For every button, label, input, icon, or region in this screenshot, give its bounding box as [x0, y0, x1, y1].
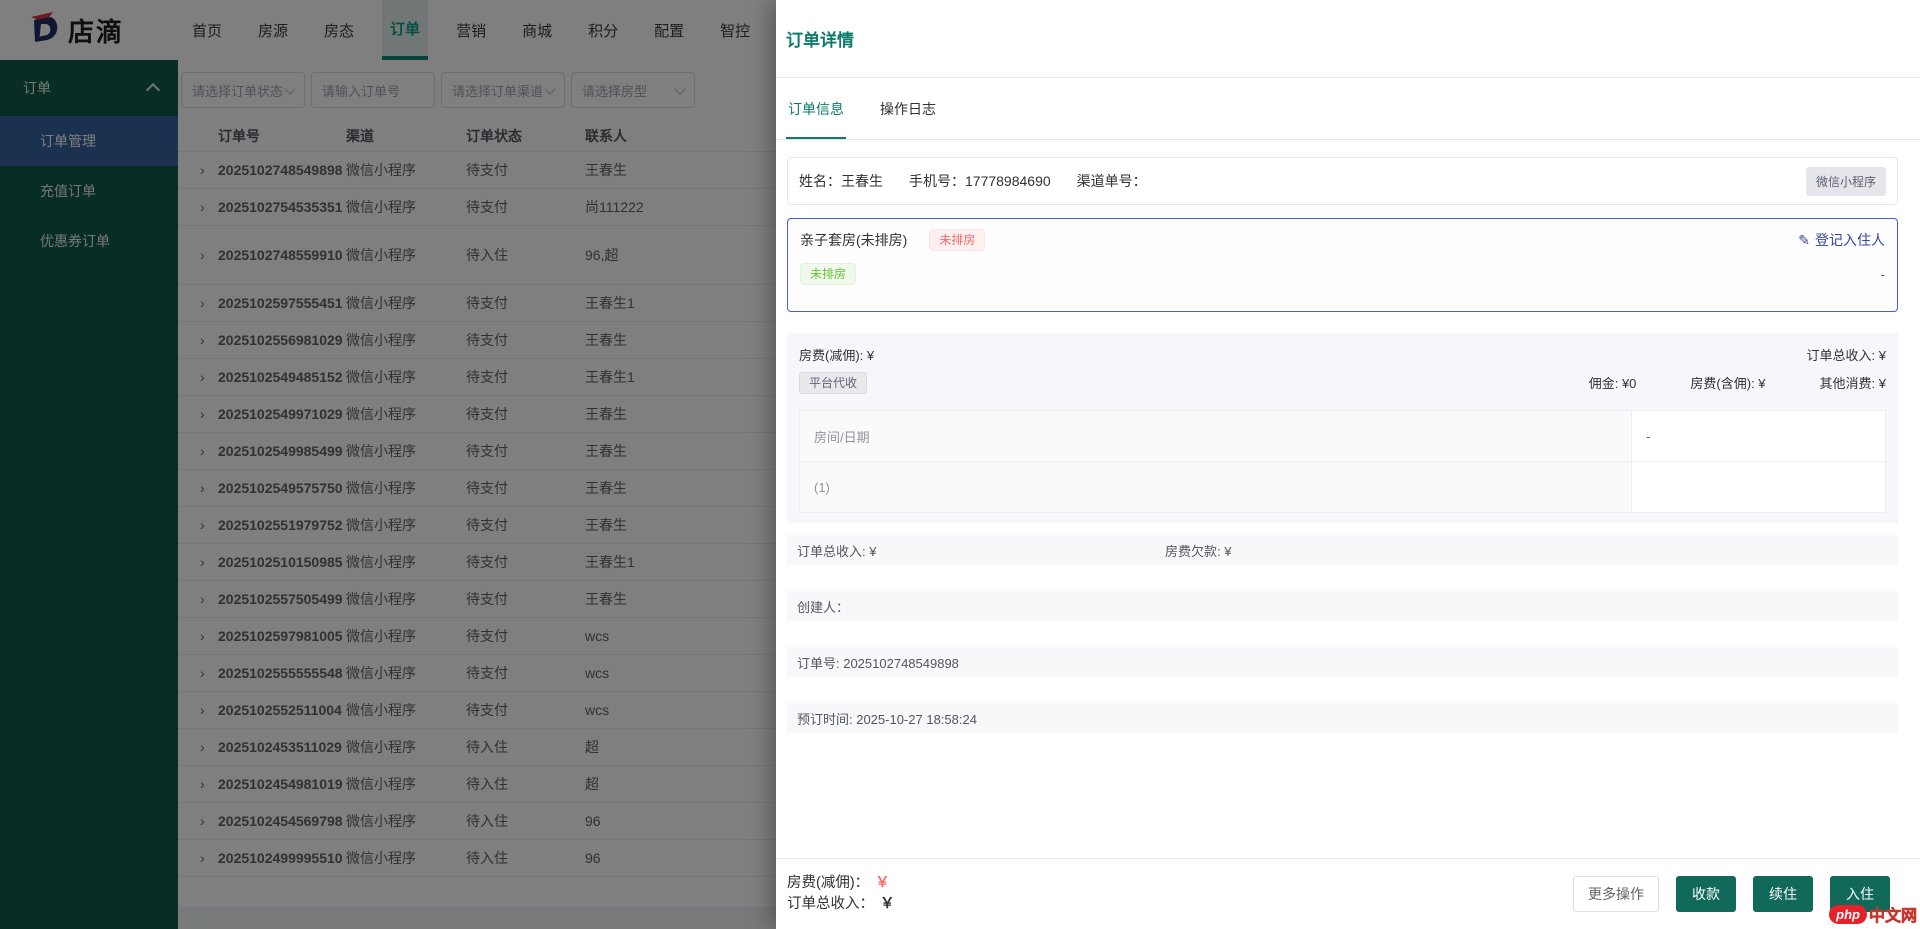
drawer-tab[interactable]: 订单信息 [786, 99, 846, 139]
room-card-row2: 未排房 - [800, 263, 1885, 285]
guest-phone-label: 手机号： [909, 173, 965, 189]
drawer-header: 订单详情 [776, 0, 1920, 78]
room-fee-label: 房费(减佣): ¥ [799, 345, 874, 364]
drawer-tabs: 订单信息 操作日志 [776, 78, 1920, 140]
other-consumption-label: 其他消费: ¥ [1820, 373, 1886, 392]
channel-badge[interactable]: 微信小程序 [1806, 167, 1886, 196]
channel-order-no: 渠道单号： [1077, 171, 1147, 191]
footer-amounts: 房费(减佣)：￥ 订单总收入：￥ [787, 873, 895, 915]
summary-income-bar: 订单总收入: ¥ 房费欠款: ¥ [787, 535, 1898, 565]
guest-phone: 手机号：17778984690 [909, 171, 1051, 191]
room-status-tag: 未排房 [800, 263, 856, 285]
guest-name-value: 王春生 [841, 173, 883, 189]
guest-phone-value: 17778984690 [965, 173, 1051, 189]
summary-total-income: 订单总收入: ¥ [797, 541, 1165, 560]
footer-room-fee-label: 房费(减佣)： [787, 875, 869, 891]
guest-name-label: 姓名： [799, 173, 841, 189]
footer-action-button[interactable]: 更多操作 [1573, 876, 1659, 912]
room-card: 亲子套房(未排房) 未排房 ✎ 登记入住人 未排房 - [787, 218, 1898, 312]
room-card-row1: 亲子套房(未排房) 未排房 ✎ 登记入住人 [800, 229, 1885, 251]
footer-action-button[interactable]: 续住 [1753, 876, 1813, 912]
guest-name: 姓名：王春生 [799, 171, 883, 191]
fee-breakdown: 佣金: ¥0 房费(含佣): ¥ 其他消费: ¥ [1589, 373, 1886, 392]
drawer-tab[interactable]: 操作日志 [878, 99, 938, 139]
room-date-header-row: 房间/日期 - [800, 411, 1885, 461]
channel-order-no-label: 渠道单号： [1077, 173, 1147, 189]
register-guest-link[interactable]: ✎ 登记入住人 [1798, 230, 1885, 250]
modal-overlay-mask[interactable] [0, 0, 776, 929]
fee-detail-line: 平台代收 佣金: ¥0 房费(含佣): ¥ 其他消费: ¥ [799, 372, 1886, 393]
summary-creator-bar: 创建人： [787, 591, 1898, 621]
platform-collect-tag: 平台代收 [799, 372, 867, 394]
summary-booking-time: 预订时间: 2025-10-27 18:58:24 [797, 709, 977, 728]
footer-total-income-label: 订单总收入： [787, 896, 874, 912]
order-detail-drawer: 订单详情 订单信息 操作日志 姓名：王春生 手机号：17778984690 渠道… [776, 0, 1920, 929]
guest-placeholder: - [1880, 266, 1885, 282]
total-income-label: 订单总收入: ¥ [1807, 345, 1886, 364]
room-date-table: 房间/日期 - (1) [799, 410, 1886, 513]
room-type: 亲子套房(未排房) [800, 230, 907, 250]
footer-total-income: 订单总收入： ￥ [787, 894, 895, 915]
fee-summary-line: 房费(减佣): ¥ 订单总收入: ¥ [799, 345, 1886, 363]
guest-info-box: 姓名：王春生 手机号：17778984690 渠道单号： 微信小程序 [787, 157, 1898, 205]
room-date-header-value: - [1632, 411, 1885, 461]
footer-total-income-currency: ￥ [880, 896, 895, 912]
drawer-footer: 房费(减佣)：￥ 订单总收入：￥ 更多操作 收款 续住 入住 [776, 858, 1920, 929]
room-date-row-value [1632, 462, 1885, 512]
room-date-data-row: (1) [800, 461, 1885, 512]
room-fee-incl-label: 房费(含佣): ¥ [1690, 373, 1765, 392]
drawer-title: 订单详情 [786, 26, 854, 51]
footer-room-fee-currency: ￥ [875, 875, 890, 891]
watermark-php-badge: php [1829, 905, 1867, 924]
fee-section: 房费(减佣): ¥ 订单总收入: ¥ 平台代收 佣金: ¥0 房费(含佣): ¥… [787, 333, 1898, 523]
summary-order-no: 订单号: 2025102748549898 [797, 653, 959, 672]
register-guest-label: 登记入住人 [1815, 230, 1885, 250]
room-date-header: 房间/日期 [800, 411, 1632, 461]
summary-booking-time-bar: 预订时间: 2025-10-27 18:58:24 [787, 703, 1898, 733]
summary-order-no-bar: 订单号: 2025102748549898 [787, 647, 1898, 677]
summary-creator: 创建人： [797, 597, 849, 616]
room-date-row-label: (1) [800, 462, 1632, 512]
summary-arrears: 房费欠款: ¥ [1165, 541, 1231, 560]
commission-label: 佣金: ¥0 [1589, 373, 1637, 392]
site-watermark: php 中文网 [1829, 902, 1917, 926]
unassigned-tag: 未排房 [929, 229, 985, 251]
pencil-icon: ✎ [1798, 232, 1810, 249]
footer-action-button[interactable]: 收款 [1676, 876, 1736, 912]
footer-room-fee: 房费(减佣)： ￥ [787, 873, 895, 894]
watermark-text: 中文网 [1869, 902, 1917, 926]
